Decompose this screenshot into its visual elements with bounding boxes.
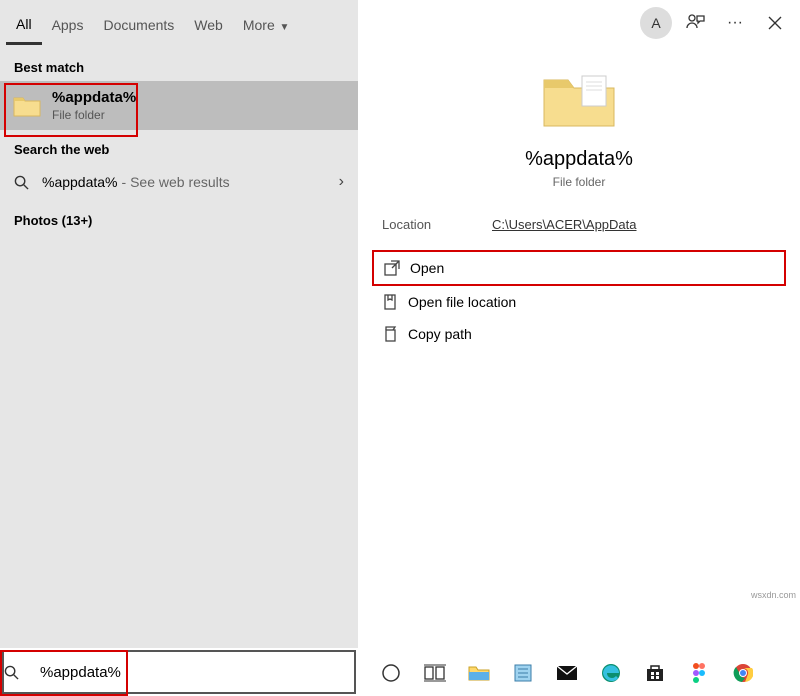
- action-copy-path[interactable]: Copy path: [372, 318, 786, 350]
- file-explorer-icon[interactable]: [466, 660, 492, 686]
- web-term: %appdata%: [42, 174, 118, 190]
- tab-all[interactable]: All: [6, 4, 42, 45]
- web-hint: - See web results: [122, 174, 230, 190]
- location-label: Location: [382, 217, 492, 232]
- chevron-down-icon: ▼: [277, 22, 290, 33]
- notepad-icon[interactable]: [510, 660, 536, 686]
- copy-icon: [382, 326, 408, 342]
- task-view-icon[interactable]: [422, 660, 448, 686]
- chrome-icon[interactable]: [730, 660, 756, 686]
- folder-icon: [540, 70, 618, 130]
- action-open-location[interactable]: Open file location: [372, 286, 786, 318]
- location-value[interactable]: C:\Users\ACER\AppData: [492, 217, 637, 232]
- taskbar: [358, 650, 800, 696]
- preview-pane: %appdata% File folder: [358, 70, 800, 189]
- more-options-icon[interactable]: ···: [718, 6, 752, 40]
- edge-icon[interactable]: [598, 660, 624, 686]
- tab-web[interactable]: Web: [184, 5, 233, 43]
- section-photos[interactable]: Photos (13+): [0, 201, 358, 234]
- user-avatar[interactable]: A: [640, 7, 672, 39]
- mail-icon[interactable]: [554, 660, 580, 686]
- open-icon: [384, 260, 410, 276]
- action-label: Open file location: [408, 294, 516, 310]
- best-match-result[interactable]: %appdata% File folder: [0, 81, 358, 130]
- figma-icon[interactable]: [686, 660, 712, 686]
- section-search-web: Search the web: [0, 130, 358, 163]
- search-tabs: All Apps Documents Web More ▼: [0, 0, 358, 48]
- tab-documents[interactable]: Documents: [93, 5, 184, 43]
- folder-location-icon: [382, 294, 408, 310]
- action-open[interactable]: Open: [372, 250, 786, 286]
- tab-apps[interactable]: Apps: [42, 5, 94, 43]
- result-title: %appdata%: [52, 89, 136, 106]
- preview-title: %appdata%: [378, 148, 780, 171]
- search-bar[interactable]: [2, 650, 356, 694]
- result-subtitle: File folder: [52, 108, 136, 122]
- action-label: Open: [410, 260, 444, 276]
- search-icon: [4, 665, 40, 680]
- search-icon: [14, 175, 36, 190]
- watermark: wsxdn.com: [751, 590, 796, 600]
- location-row: Location C:\Users\ACER\AppData: [358, 189, 800, 240]
- section-best-match: Best match: [0, 48, 358, 81]
- feedback-icon[interactable]: [678, 6, 712, 40]
- action-label: Copy path: [408, 326, 472, 342]
- search-input[interactable]: [40, 664, 354, 681]
- preview-subtitle: File folder: [378, 175, 780, 189]
- chevron-right-icon[interactable]: ›: [339, 173, 344, 191]
- folder-icon: [12, 90, 42, 122]
- web-result[interactable]: %appdata% - See web results ›: [0, 163, 358, 201]
- tab-more[interactable]: More ▼: [233, 5, 300, 43]
- cortana-icon[interactable]: [378, 660, 404, 686]
- store-icon[interactable]: [642, 660, 668, 686]
- close-icon[interactable]: [758, 6, 792, 40]
